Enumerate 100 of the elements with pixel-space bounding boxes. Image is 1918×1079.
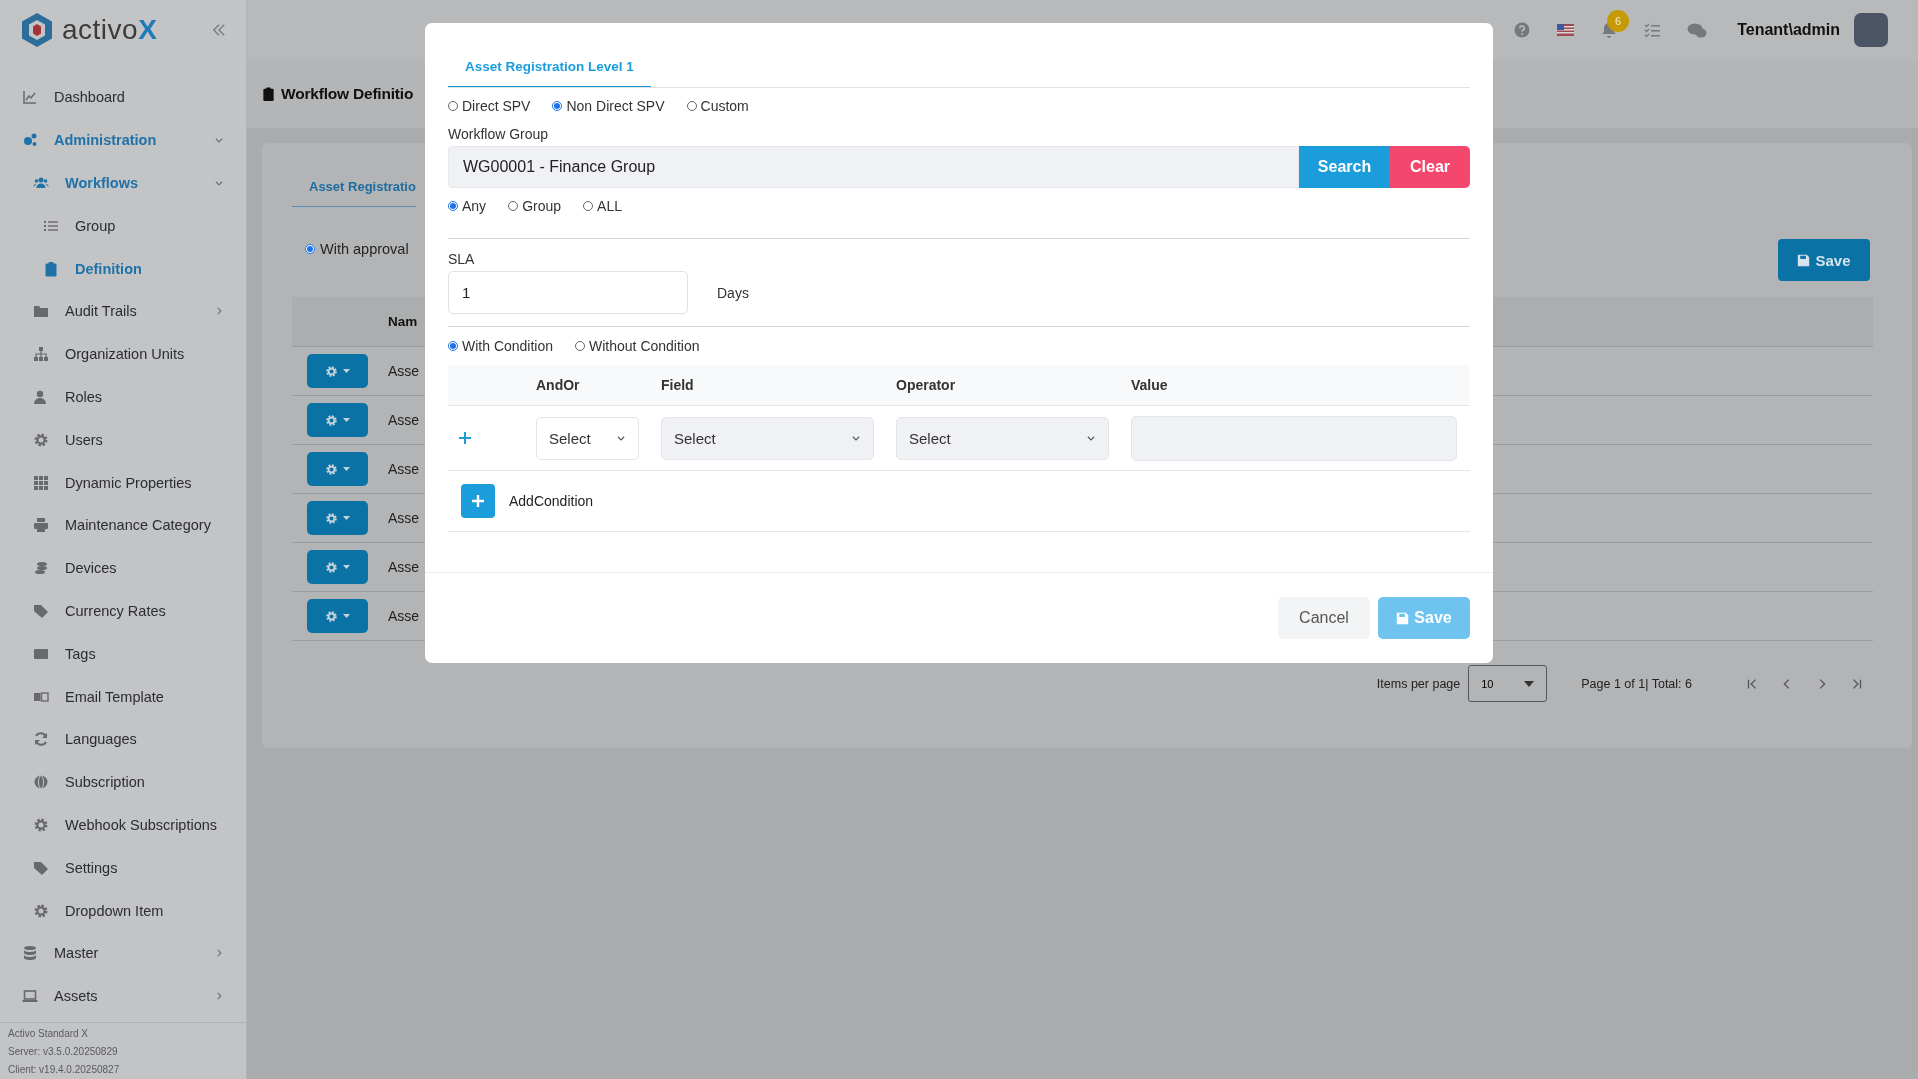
items-per-page-label: Items per page (1376, 676, 1461, 691)
caret-icon (343, 614, 350, 618)
radio-button[interactable] (686, 101, 697, 111)
radio-button[interactable] (508, 201, 519, 211)
laptop-icon (22, 988, 38, 1005)
version-text: Server: v3.5.0.20250829 (8, 1045, 119, 1059)
grid-icon (33, 474, 49, 491)
database-icon (22, 945, 38, 962)
pagination-summary: Page 1 of 1| Total: 6 (1581, 676, 1692, 691)
table-cell: Asse (388, 510, 420, 526)
operator-select[interactable]: Select (896, 416, 1109, 460)
checklist-icon[interactable] (1644, 22, 1661, 38)
radio-button[interactable] (575, 341, 586, 351)
chevron-down-icon (616, 433, 626, 443)
radio-button[interactable] (448, 341, 458, 351)
globe-icon (33, 774, 49, 791)
sidebar-item[interactable]: Users (0, 418, 246, 462)
flag-icon[interactable] (1557, 24, 1575, 36)
column-header: Field (661, 377, 695, 393)
radio-option[interactable]: ALL (583, 198, 622, 214)
cancel-button[interactable]: Cancel (1278, 597, 1370, 639)
actions-dropdown-button[interactable] (307, 452, 368, 486)
sidebar-item[interactable]: Group (0, 204, 246, 248)
workflow-group-field[interactable]: WG00001 - Finance Group (448, 146, 1299, 188)
radio-option[interactable]: Without Condition (575, 338, 700, 354)
printer-icon (33, 517, 49, 534)
actions-dropdown-button[interactable] (307, 550, 368, 584)
sidebar-item[interactable]: Assets (0, 974, 246, 1018)
user-icon (33, 388, 49, 405)
chat-icon[interactable] (1687, 21, 1708, 39)
hexagon-logo-icon (20, 12, 54, 48)
column-header: Nam (388, 314, 418, 329)
gear-icon (325, 462, 338, 476)
field-label: SLA (448, 251, 476, 267)
gear-icon (33, 431, 49, 448)
radio-option[interactable]: Custom (686, 98, 749, 114)
sidebar-item[interactable]: Maintenance Category (0, 503, 246, 547)
avatar[interactable] (1854, 13, 1888, 47)
radio-button[interactable] (448, 101, 458, 111)
actions-dropdown-button[interactable] (307, 354, 368, 388)
radio-option[interactable]: Non Direct SPV (552, 98, 665, 114)
gear-icon (325, 364, 338, 378)
user-name[interactable]: Tenant\admin (1737, 21, 1840, 39)
column-header: AndOr (536, 377, 581, 393)
sidebar-item[interactable]: Currency Rates (0, 589, 246, 633)
double-chevron-left-icon[interactable] (212, 23, 226, 37)
clipboard-icon (43, 260, 59, 277)
plus-icon[interactable] (459, 432, 471, 444)
add-condition-label: AddCondition (509, 493, 594, 509)
and-or-select[interactable]: Select (536, 416, 639, 460)
caret-icon (343, 516, 350, 520)
sidebar-item[interactable]: Audit Trails (0, 290, 246, 333)
sidebar-item[interactable]: Organization Units (0, 332, 246, 376)
radio-button[interactable] (448, 201, 458, 211)
sidebar-item[interactable]: Dynamic Properties (0, 461, 246, 504)
folder-icon (33, 303, 49, 320)
actions-dropdown-button[interactable] (307, 403, 368, 437)
sidebar-item[interactable]: Dashboard (0, 76, 246, 119)
add-condition-button[interactable] (461, 484, 495, 518)
save-button[interactable]: Save (1778, 239, 1870, 281)
clear-button[interactable]: Clear (1390, 146, 1470, 188)
page-size-select[interactable]: 10 (1468, 665, 1548, 702)
sla-field[interactable]: 1 (448, 271, 688, 314)
help-icon[interactable] (1514, 22, 1531, 38)
actions-dropdown-button[interactable] (307, 501, 368, 535)
radio-option[interactable]: Group (508, 198, 562, 214)
sidebar-item[interactable]: Devices (0, 546, 246, 590)
unit-label: Days (717, 284, 749, 301)
radio-button[interactable] (583, 201, 594, 211)
gear-icon (325, 609, 338, 623)
notification-badge: 6 (1607, 10, 1630, 32)
value-field[interactable] (1131, 415, 1457, 461)
radio-option[interactable]: Direct SPV (448, 98, 531, 114)
gear-icon (325, 511, 338, 525)
sidebar-item[interactable]: Dropdown Item (0, 889, 246, 932)
sidebar-item[interactable]: Master (0, 931, 246, 975)
sidebar-item[interactable]: Settings (0, 846, 246, 890)
field-label: Workflow Group (448, 126, 550, 142)
radio-option[interactable]: Any (448, 198, 487, 214)
table-cell: Asse (388, 412, 420, 428)
sidebar-item[interactable]: Tags (0, 632, 246, 676)
tag-icon (33, 602, 49, 619)
field-select[interactable]: Select (661, 416, 874, 460)
tag-icon (33, 859, 49, 876)
sidebar-item[interactable]: Languages (0, 717, 246, 761)
hierarchy-icon (33, 346, 49, 363)
coins-icon (33, 560, 49, 577)
radio-button[interactable] (552, 101, 563, 111)
caret-icon (343, 565, 350, 569)
radio-option[interactable]: With Condition (448, 338, 554, 354)
caret-icon (1524, 680, 1535, 687)
sidebar-item[interactable]: Roles (0, 375, 246, 419)
actions-dropdown-button[interactable] (307, 599, 368, 633)
logo-wordmark: activoX (62, 14, 158, 46)
sidebar-item[interactable]: Subscription (0, 760, 246, 804)
sidebar-item[interactable]: Email Template (0, 675, 246, 718)
plus-icon (472, 495, 484, 507)
sidebar-item[interactable]: Webhook Subscriptions (0, 803, 246, 847)
radio-button[interactable] (305, 244, 315, 254)
caret-icon (343, 418, 350, 422)
